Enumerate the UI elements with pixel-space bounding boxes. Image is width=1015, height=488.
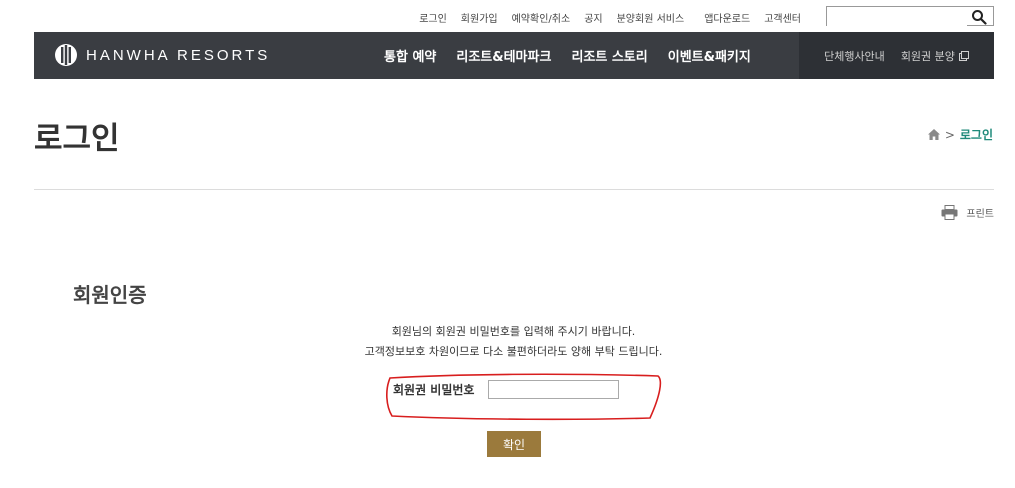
auth-description-line1: 회원님의 회원권 비밀번호를 입력해 주시기 바랍니다. xyxy=(391,325,636,338)
notice-link[interactable]: 공지 xyxy=(584,10,602,25)
signup-link[interactable]: 회원가입 xyxy=(461,10,498,25)
password-label: 회원권 비밀번호 xyxy=(393,383,475,397)
confirm-button[interactable]: 확인 xyxy=(487,431,541,457)
section-title: 회원인증 xyxy=(73,283,147,307)
breadcrumb-separator: > xyxy=(944,127,955,142)
page-title: 로그인 xyxy=(34,121,120,157)
membership-password-input[interactable] xyxy=(488,380,620,399)
printer-icon xyxy=(941,205,958,220)
breadcrumb-current[interactable]: 로그인 xyxy=(960,126,993,143)
app-download-link[interactable]: 앱다운로드 xyxy=(704,10,750,25)
home-icon[interactable] xyxy=(927,129,940,140)
menu-group-event[interactable]: 단체행사안내 xyxy=(824,48,885,64)
breadcrumb: > 로그인 xyxy=(927,126,993,143)
menu-membership-sale[interactable]: 회원권 분양 xyxy=(901,48,969,64)
external-window-icon xyxy=(958,50,969,61)
menu-membership-sale-label: 회원권 분양 xyxy=(900,49,955,63)
menu-event-package[interactable]: 이벤트&패키지 xyxy=(668,46,751,65)
sub-menu: 단체행사안내 회원권 분양 xyxy=(799,32,994,79)
global-navigation: HANWHA RESORTS 통합 예약 리조트&테마파크 리조트 스토리 이벤… xyxy=(34,32,994,79)
auth-description-line2: 고객정보보호 차원이므로 다소 불편하더라도 양해 부탁 드립니다. xyxy=(364,345,663,358)
utility-bar: 로그인 회원가입 예약확인/취소 공지 분양회원 서비스 앱다운로드 고객센터 xyxy=(0,6,1015,29)
menu-resort-story[interactable]: 리조트 스토리 xyxy=(571,46,647,65)
search-box xyxy=(826,6,994,29)
login-link[interactable]: 로그인 xyxy=(419,10,447,25)
hanwha-resorts-logo[interactable]: HANWHA RESORTS xyxy=(54,43,270,67)
main-menu: 통합 예약 리조트&테마파크 리조트 스토리 이벤트&패키지 xyxy=(384,46,751,65)
search-input[interactable] xyxy=(827,10,967,29)
reservation-check-link[interactable]: 예약확인/취소 xyxy=(512,10,571,25)
customer-center-link[interactable]: 고객센터 xyxy=(764,10,801,25)
print-button[interactable]: 프린트 xyxy=(941,205,994,220)
utility-links: 로그인 회원가입 예약확인/취소 공지 분양회원 서비스 앱다운로드 고객센터 xyxy=(419,10,801,25)
hanwha-logo-icon xyxy=(55,44,77,66)
menu-group-event-label: 단체행사안내 xyxy=(824,49,885,63)
header-divider xyxy=(34,189,994,190)
print-label: 프린트 xyxy=(966,209,994,220)
logo-text: HANWHA RESORTS xyxy=(86,46,271,64)
member-service-link[interactable]: 분양회원 서비스 xyxy=(617,10,685,25)
menu-resort-themepark[interactable]: 리조트&테마파크 xyxy=(456,46,551,65)
menu-integrated-reservation[interactable]: 통합 예약 xyxy=(384,46,436,65)
password-form-row: 회원권 비밀번호 xyxy=(393,380,620,399)
search-icon[interactable] xyxy=(971,9,987,25)
